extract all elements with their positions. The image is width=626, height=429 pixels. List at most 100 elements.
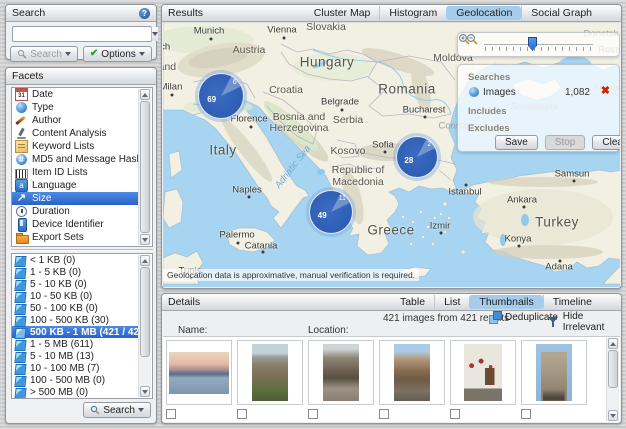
- options-button[interactable]: ✔ Options: [83, 46, 152, 62]
- stop-button[interactable]: Stop: [545, 135, 586, 150]
- save-button[interactable]: Save: [495, 135, 538, 150]
- search-input[interactable]: [13, 27, 151, 41]
- facet-item-language[interactable]: Language: [12, 179, 140, 192]
- thumbnail-checkbox[interactable]: [166, 409, 176, 419]
- tab-social-graph[interactable]: Social Graph: [521, 6, 601, 20]
- cluster-count: 28: [404, 156, 413, 165]
- facet-item-type-label: Type: [32, 102, 54, 113]
- thumbnail-card: [450, 340, 516, 405]
- thumbnail-scrollbar[interactable]: [606, 338, 619, 421]
- size-bucket-100-500-kb-30[interactable]: 100 - 500 KB (30): [12, 314, 140, 326]
- facet-item-author[interactable]: Author: [12, 114, 140, 127]
- zoom-in-icon[interactable]: [458, 33, 471, 46]
- scrollbar-thumb[interactable]: [608, 350, 618, 388]
- save-button-label: Save: [505, 137, 528, 148]
- scrollbar-thumb[interactable]: [140, 101, 150, 233]
- thumbnail-checkbox[interactable]: [308, 409, 318, 419]
- size-bucket-100-500-mb-0[interactable]: 100 - 500 MB (0): [12, 374, 140, 386]
- facet-search-button[interactable]: Search: [83, 402, 151, 418]
- facet-item-date-label: Date: [32, 89, 53, 100]
- size-value-list: < 1 KB (0)1 - 5 KB (0)5 - 10 KB (0)10 - …: [11, 253, 153, 399]
- clear-button[interactable]: Clear: [592, 135, 620, 150]
- scroll-up-button[interactable]: [608, 338, 618, 349]
- map-label-serbia: Serbia: [333, 114, 363, 126]
- size-bucket-10-100-mb-7[interactable]: 10 - 100 MB (7): [12, 362, 140, 374]
- facet-item-date[interactable]: Date: [12, 88, 140, 101]
- remove-search-icon[interactable]: ✖: [601, 85, 610, 97]
- facet-item-md5-and-message-hash[interactable]: MD5 and Message Hash: [12, 153, 140, 166]
- thumbnail-checkbox[interactable]: [450, 409, 460, 419]
- size-list-scrollbar[interactable]: [138, 255, 151, 397]
- scrollbar-thumb[interactable]: [140, 267, 150, 357]
- thumbnail-image: [536, 344, 572, 401]
- zoom-slider-track[interactable]: [484, 44, 593, 45]
- scroll-down-button[interactable]: [140, 386, 150, 397]
- tab-geolocation[interactable]: Geolocation: [446, 6, 521, 20]
- tab-cluster-map[interactable]: Cluster Map: [305, 6, 380, 20]
- size-bucket-5-10-mb-13[interactable]: 5 - 10 MB (13): [12, 350, 140, 362]
- calendar-icon: [15, 88, 28, 101]
- facet-item-size[interactable]: Size: [12, 192, 140, 205]
- tab-timeline[interactable]: Timeline: [543, 295, 601, 309]
- duration-icon: [15, 205, 28, 218]
- thumbnail-checkbox[interactable]: [521, 409, 531, 419]
- size-bucket-1-5-kb-0[interactable]: 1 - 5 KB (0): [12, 266, 140, 278]
- tab-thumbnails[interactable]: Thumbnails: [469, 295, 542, 309]
- city-dot: [210, 38, 213, 41]
- geolocation-map[interactable]: SlovakiaMunichViennaAustriaHungaryMoldov…: [163, 22, 620, 287]
- tab-histogram[interactable]: Histogram: [379, 6, 446, 20]
- size-bucket-10-50-kb-0[interactable]: 10 - 50 KB (0): [12, 290, 140, 302]
- results-panel-title: Results: [168, 7, 203, 19]
- map-cluster-49[interactable]: 4911: [309, 190, 353, 234]
- hide-irrelevant-button[interactable]: Hide Irrelevant: [548, 311, 621, 333]
- thumbnail-checkbox[interactable]: [379, 409, 389, 419]
- facet-item-type[interactable]: Type: [12, 101, 140, 114]
- facet-item-export-sets[interactable]: Export Sets: [12, 231, 140, 244]
- thumbnail-item[interactable]: [166, 340, 232, 419]
- help-icon[interactable]: ?: [139, 8, 150, 19]
- facet-item-content-analysis[interactable]: Content Analysis: [12, 127, 140, 140]
- magnifier-icon: [17, 49, 27, 59]
- facet-item-duration[interactable]: Duration: [12, 205, 140, 218]
- facet-item-keyword-lists[interactable]: Keyword Lists: [12, 140, 140, 153]
- tab-list[interactable]: List: [434, 295, 469, 309]
- thumbnail-item[interactable]: [237, 340, 303, 419]
- facet-item-item-id-lists[interactable]: Item ID Lists: [12, 166, 140, 179]
- map-cluster-69[interactable]: 696: [198, 73, 244, 119]
- thumbnail-checkbox[interactable]: [237, 409, 247, 419]
- thumbnail-item[interactable]: [308, 340, 374, 419]
- scroll-up-button[interactable]: [140, 89, 150, 100]
- content-analysis-icon: [15, 127, 28, 140]
- map-search-overlay: Searches Images 1,082 ✖ Includes Exclude…: [457, 64, 620, 152]
- size-bucket-1-5-mb-611[interactable]: 1 - 5 MB (611): [12, 338, 140, 350]
- scroll-up-button[interactable]: [140, 255, 150, 266]
- tab-table[interactable]: Table: [391, 295, 434, 309]
- search-button-label: Search: [30, 49, 62, 60]
- stop-button-label: Stop: [555, 137, 576, 148]
- facet-item-md5-and-message-hash-label: MD5 and Message Hash: [32, 154, 138, 165]
- map-label-switzerland: Switzerland: [163, 61, 176, 73]
- thumbnail-item[interactable]: [379, 340, 445, 419]
- map-label-kosovo: Kosovo: [330, 145, 365, 157]
- facet-search-button-label: Search: [103, 405, 135, 416]
- map-cluster-28[interactable]: 282: [396, 136, 438, 178]
- search-combobox[interactable]: [12, 26, 152, 42]
- size-bucket-50-100-kb-0[interactable]: 50 - 100 KB (0): [12, 302, 140, 314]
- scroll-down-button[interactable]: [140, 234, 150, 245]
- scroll-down-button[interactable]: [608, 410, 618, 421]
- size-bucket-500-kb-1-mb-421-421[interactable]: 500 KB - 1 MB (421 / 421): [12, 326, 140, 338]
- thumbnail-item[interactable]: [450, 340, 516, 419]
- size-bucket-icon: [14, 376, 26, 387]
- map-label-slovakia: Slovakia: [306, 22, 346, 33]
- facet-item-device-identifier[interactable]: Device Identifier: [12, 218, 140, 231]
- size-bucket-5-10-kb-0[interactable]: 5 - 10 KB (0): [12, 278, 140, 290]
- combobox-dropdown-button[interactable]: [151, 27, 158, 41]
- facet-list-scrollbar[interactable]: [138, 89, 151, 245]
- search-button[interactable]: Search: [10, 46, 78, 62]
- size-bucket-500-mb-0[interactable]: > 500 MB (0): [12, 386, 140, 398]
- size-bucket-1-kb-0[interactable]: < 1 KB (0): [12, 254, 140, 266]
- details-tabs: TableListThumbnailsTimeline: [391, 294, 615, 311]
- details-panel: Details TableListThumbnailsTimeline 421 …: [161, 293, 622, 424]
- thumbnail-item[interactable]: [521, 340, 587, 419]
- size-bucket-5-10-kb-0-label: 5 - 10 KB (0): [30, 279, 87, 290]
